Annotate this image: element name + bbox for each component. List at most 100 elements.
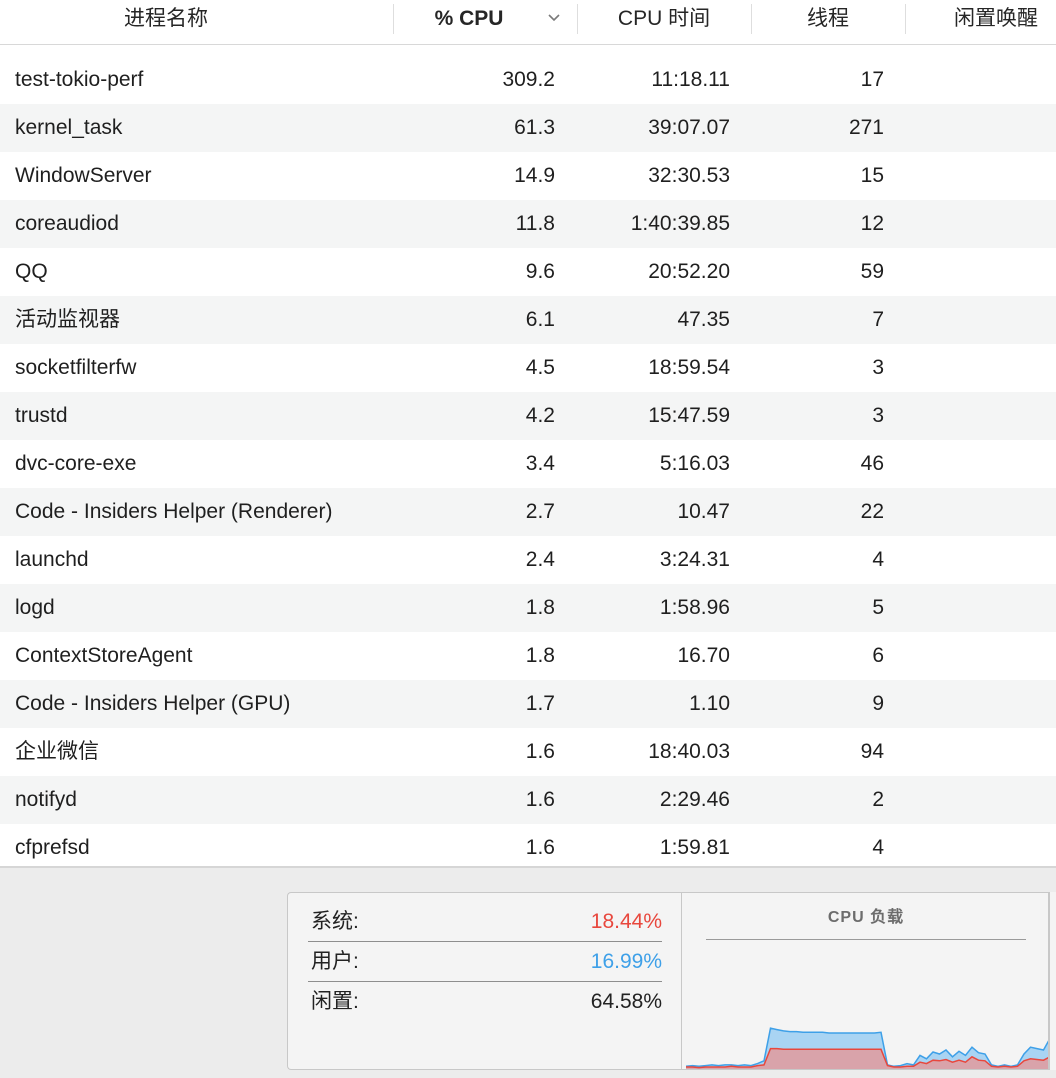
process-name: socketfilterfw bbox=[15, 356, 137, 379]
stat-idle: 闲置: 64.58% bbox=[308, 982, 662, 1022]
table-row[interactable]: QQ 9.6 20:52.20 59 bbox=[0, 248, 1056, 296]
process-threads: 3 bbox=[872, 356, 884, 379]
process-cpu: 1.8 bbox=[525, 644, 555, 667]
process-cpu-time: 11:18.11 bbox=[651, 68, 730, 91]
process-cpu: 1.6 bbox=[525, 740, 555, 763]
process-cpu: 1.6 bbox=[525, 788, 555, 811]
process-cpu: 4.5 bbox=[525, 356, 555, 379]
process-threads: 7 bbox=[872, 308, 884, 331]
stat-system: 系统: 18.44% bbox=[308, 902, 662, 942]
table-row[interactable]: dvc-core-exe 3.4 5:16.03 46 bbox=[0, 440, 1056, 488]
process-name: notifyd bbox=[15, 788, 77, 811]
process-threads: 17 bbox=[860, 68, 884, 91]
table-row[interactable]: logd 1.8 1:58.96 5 bbox=[0, 584, 1056, 632]
table-row[interactable]: test-tokio-perf 309.2 11:18.11 17 bbox=[0, 56, 1056, 104]
table-row[interactable]: launchd 2.4 3:24.31 4 bbox=[0, 536, 1056, 584]
process-threads: 9 bbox=[872, 692, 884, 715]
column-header-cpu-label: % CPU bbox=[434, 7, 504, 30]
process-cpu: 2.4 bbox=[525, 548, 555, 571]
process-threads: 12 bbox=[860, 212, 884, 235]
column-header-name[interactable]: 进程名称 bbox=[0, 0, 332, 44]
process-name: cfprefsd bbox=[15, 836, 90, 859]
process-cpu: 2.7 bbox=[525, 500, 555, 523]
table-row[interactable]: trustd 4.2 15:47.59 3 bbox=[0, 392, 1056, 440]
process-name: trustd bbox=[15, 404, 68, 427]
process-cpu-time: 15:47.59 bbox=[648, 404, 730, 427]
process-cpu: 6.1 bbox=[525, 308, 555, 331]
process-name: kernel_task bbox=[15, 116, 123, 139]
process-threads: 5 bbox=[872, 596, 884, 619]
table-row[interactable]: notifyd 1.6 2:29.46 2 bbox=[0, 776, 1056, 824]
process-name: dvc-core-exe bbox=[15, 452, 137, 475]
stat-user-label: 用户: bbox=[311, 950, 359, 973]
process-cpu-time: 1:59.81 bbox=[659, 836, 730, 859]
cpu-load-title: CPU 负载 bbox=[827, 909, 905, 926]
activity-monitor-window: 进程名称 % CPU CPU 时间 线程 闲置唤醒 test-tokio-per… bbox=[0, 0, 1056, 1078]
process-threads: 94 bbox=[860, 740, 884, 763]
process-cpu-time: 39:07.07 bbox=[648, 116, 730, 139]
column-header-idle-wakeups[interactable]: 闲置唤醒 bbox=[906, 0, 1056, 44]
process-cpu: 14.9 bbox=[514, 164, 555, 187]
stat-user-value: 16.99% bbox=[590, 950, 662, 973]
panel-edge bbox=[1048, 892, 1056, 1070]
process-name: Code - Insiders Helper (GPU) bbox=[15, 692, 291, 715]
table-row[interactable]: socketfilterfw 4.5 18:59.54 3 bbox=[0, 344, 1056, 392]
process-threads: 22 bbox=[860, 500, 884, 523]
stat-system-value: 18.44% bbox=[590, 910, 662, 933]
process-name: WindowServer bbox=[15, 164, 152, 187]
process-cpu: 3.4 bbox=[525, 452, 555, 475]
process-threads: 4 bbox=[872, 836, 884, 859]
column-header-threads[interactable]: 线程 bbox=[752, 0, 904, 44]
process-cpu: 11.8 bbox=[515, 212, 555, 235]
process-name: QQ bbox=[15, 260, 48, 283]
table-header: 进程名称 % CPU CPU 时间 线程 闲置唤醒 bbox=[0, 0, 1056, 45]
process-cpu-time: 1:40:39.85 bbox=[630, 212, 730, 235]
stat-idle-value: 64.58% bbox=[590, 990, 662, 1013]
process-threads: 46 bbox=[860, 452, 884, 475]
process-cpu-time: 32:30.53 bbox=[648, 164, 730, 187]
process-table: test-tokio-perf 309.2 11:18.11 17 kernel… bbox=[0, 45, 1056, 867]
process-name: launchd bbox=[15, 548, 89, 571]
process-name: test-tokio-perf bbox=[15, 68, 144, 91]
process-name: coreaudiod bbox=[15, 212, 119, 235]
process-threads: 59 bbox=[860, 260, 884, 283]
table-bottom-divider[interactable] bbox=[0, 866, 1056, 868]
column-header-cpu-time[interactable]: CPU 时间 bbox=[578, 0, 750, 44]
table-row[interactable]: WindowServer 14.9 32:30.53 15 bbox=[0, 152, 1056, 200]
process-name: 活动监视器 bbox=[15, 308, 120, 331]
process-name: logd bbox=[15, 596, 55, 619]
process-cpu-time: 18:59.54 bbox=[648, 356, 730, 379]
process-cpu-time: 20:52.20 bbox=[648, 260, 730, 283]
chevron-down-icon bbox=[548, 14, 560, 22]
column-header-cpu[interactable]: % CPU bbox=[394, 0, 576, 44]
process-cpu-time: 16.70 bbox=[677, 644, 730, 667]
process-cpu: 1.8 bbox=[525, 596, 555, 619]
process-cpu-time: 5:16.03 bbox=[659, 452, 730, 475]
process-cpu-time: 18:40.03 bbox=[648, 740, 730, 763]
cpu-stats-panel: 系统: 18.44% 用户: 16.99% 闲置: 64.58% bbox=[287, 892, 681, 1070]
table-row[interactable]: Code - Insiders Helper (Renderer) 2.7 10… bbox=[0, 488, 1056, 536]
process-threads: 4 bbox=[872, 548, 884, 571]
process-cpu-time: 47.35 bbox=[677, 308, 730, 331]
table-row[interactable]: 企业微信 1.6 18:40.03 94 bbox=[0, 728, 1056, 776]
divider bbox=[706, 939, 1026, 940]
table-row[interactable]: 活动监视器 6.1 47.35 7 bbox=[0, 296, 1056, 344]
process-name: ContextStoreAgent bbox=[15, 644, 193, 667]
process-cpu-time: 3:24.31 bbox=[659, 548, 730, 571]
process-cpu-time: 10.47 bbox=[677, 500, 730, 523]
process-threads: 2 bbox=[872, 788, 884, 811]
table-row[interactable]: ContextStoreAgent 1.8 16.70 6 bbox=[0, 632, 1056, 680]
process-name: Code - Insiders Helper (Renderer) bbox=[15, 500, 333, 523]
stat-system-label: 系统: bbox=[311, 910, 359, 933]
process-cpu: 61.3 bbox=[514, 116, 555, 139]
process-threads: 3 bbox=[872, 404, 884, 427]
process-threads: 271 bbox=[848, 116, 884, 139]
stat-idle-label: 闲置: bbox=[311, 990, 359, 1013]
process-cpu: 309.2 bbox=[502, 68, 555, 91]
table-row[interactable]: coreaudiod 11.8 1:40:39.85 12 bbox=[0, 200, 1056, 248]
table-row[interactable]: kernel_task 61.3 39:07.07 271 bbox=[0, 104, 1056, 152]
process-threads: 15 bbox=[860, 164, 884, 187]
table-row[interactable]: Code - Insiders Helper (GPU) 1.7 1.10 9 bbox=[0, 680, 1056, 728]
table-row[interactable]: cfprefsd 1.6 1:59.81 4 bbox=[0, 824, 1056, 867]
process-cpu-time: 1:58.96 bbox=[659, 596, 730, 619]
